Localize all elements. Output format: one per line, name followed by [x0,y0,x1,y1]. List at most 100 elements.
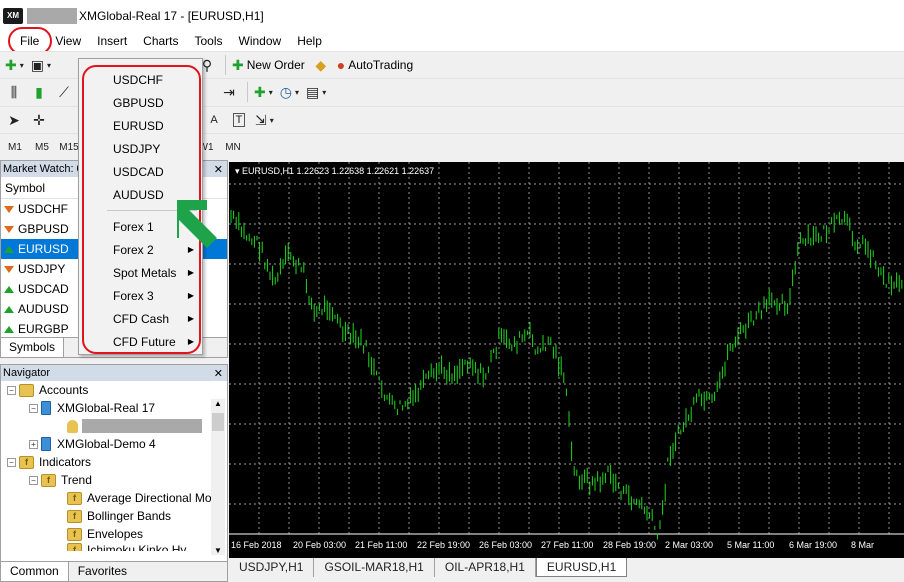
arrow-up-icon [4,285,14,293]
crosshair-button[interactable]: ✛ [28,109,50,131]
tree-label: Trend [61,473,92,487]
market-watch-symbol: USDCAD [18,282,69,296]
tf-m5[interactable]: M5 [30,136,54,158]
tab-symbols[interactable]: Symbols [1,338,65,357]
tree-indicator-envelopes[interactable]: f Envelopes [1,525,227,543]
tf-m1[interactable]: M1 [3,136,27,158]
new-order-button[interactable]: ✚ New Order [230,54,307,76]
bar-chart-button[interactable]: ⫼ [3,81,25,103]
tree-demo-account[interactable]: + XMGlobal-Demo 4 [1,435,227,453]
new-order-label: New Order [246,58,305,72]
expand-icon[interactable]: + [29,439,38,449]
tf-mn[interactable]: MN [221,136,245,158]
label-tool-button[interactable]: T [228,109,250,131]
menu-item-cfd-cash[interactable]: CFD Cash [113,312,169,326]
scrollbar-thumb[interactable] [212,413,224,431]
collapse-icon[interactable]: − [29,403,38,413]
autotrading-button[interactable]: ● AutoTrading [335,54,415,76]
templates-button[interactable]: ▤ ▾ [304,81,328,103]
menu-item-forex3[interactable]: Forex 3 [113,289,154,303]
tree-indicator-adx[interactable]: f Average Directional Mo [1,489,227,507]
x-axis-label: 5 Mar 11:00 [727,540,774,550]
window-title: XMGlobal-Real 17 - [EURUSD,H1] [79,8,264,23]
title-bar: XM XMGlobal-Real 17 - [EURUSD,H1] [0,0,904,31]
periods-button[interactable]: ◷ ▾ [278,81,301,103]
menu-item-gbpusd[interactable]: GBPUSD [113,96,164,110]
chart-shift-button[interactable]: ⇥ [218,81,240,103]
collapse-icon[interactable]: − [29,475,38,485]
collapse-icon[interactable]: − [7,385,16,395]
chart-shift-icon: ⇥ [223,83,235,100]
chart-tabs: USDJPY,H1 GSOIL-MAR18,H1 OIL-APR18,H1 EU… [229,558,904,582]
navigator-tabs: Common Favorites [1,561,227,581]
menu-item-usdjpy[interactable]: USDJPY [113,142,160,156]
close-icon[interactable]: ✕ [214,163,223,176]
collapse-icon[interactable]: − [7,457,16,467]
menu-file[interactable]: File [8,27,52,55]
profiles-icon: ▣ [30,56,44,73]
new-chart-button[interactable]: ✚ ▾ [3,54,26,76]
cursor-button[interactable]: ➤ [3,109,25,131]
indicator-icon: f [67,527,82,541]
tree-trend[interactable]: − f Trend [1,471,227,489]
magnifier-icon: ⚲ [201,56,213,73]
chart-canvas: 16 Feb 2018 20 Feb 03:00 21 Feb 11:00 22 Fe… [229,162,904,550]
chart-tab-eurusd[interactable]: EURUSD,H1 [535,558,628,577]
x-axis-label: 6 Mar 19:00 [789,540,837,550]
arrows-button[interactable]: ⇲ ▾ [253,109,276,131]
indicator-add-icon: ✚ [254,83,266,100]
app-logo: XM [3,7,23,24]
navigator-header: Navigator ✕ [1,365,227,381]
menu-window[interactable]: Window [231,31,290,51]
menu-charts[interactable]: Charts [135,31,186,51]
tree-real-user[interactable] [1,417,227,435]
menu-item-audusd[interactable]: AUDUSD [113,188,164,202]
close-icon[interactable]: ✕ [214,367,223,380]
price-chart[interactable]: 16 Feb 2018 20 Feb 03:00 21 Feb 11:00 22 Fe… [229,162,904,558]
template-icon: ▤ [305,83,320,100]
menu-help[interactable]: Help [289,31,330,51]
tab-favorites[interactable]: Favorites [69,562,136,581]
candlestick-button[interactable]: ▮ [28,81,50,103]
menu-item-usdcad[interactable]: USDCAD [113,165,164,179]
trend-icon: f [41,473,56,487]
menu-item-spot-metals[interactable]: Spot Metals [113,266,176,280]
menu-item-forex1[interactable]: Forex 1 [113,220,154,234]
tree-accounts[interactable]: − Accounts [1,381,227,399]
menu-item-cfd-future[interactable]: CFD Future [113,335,176,349]
market-watch-symbol: EURGBP [18,322,69,336]
chart-tab-usdjpy[interactable]: USDJPY,H1 [229,558,315,577]
profiles-button[interactable]: ▣ ▾ [29,54,53,76]
line-chart-button[interactable]: ⟋ [53,81,75,103]
menu-tools[interactable]: Tools [187,31,231,51]
chart-tab-oil[interactable]: OIL-APR18,H1 [435,558,536,577]
indicators-button[interactable]: ✚ ▾ [252,81,275,103]
submenu-arrow-icon: ▶ [187,268,194,277]
tab-common[interactable]: Common [1,562,69,581]
menu-item-eurusd[interactable]: EURUSD [113,119,164,133]
tree-indicator-ichimoku[interactable]: f Ichimoku Kinko Hy [1,543,227,551]
market-watch-symbol: GBPUSD [18,222,69,236]
menu-view[interactable]: View [47,31,89,51]
x-axis-label: 8 Mar [851,540,874,550]
tree-indicator-bollinger[interactable]: f Bollinger Bands [1,507,227,525]
menu-insert[interactable]: Insert [89,31,135,51]
tree-indicators[interactable]: − f Indicators [1,453,227,471]
metaeditor-button[interactable]: ◆ [310,54,332,76]
scroll-down-icon[interactable]: ▼ [211,546,225,555]
tree-label: XMGlobal-Real 17 [57,401,156,415]
navigator-scrollbar[interactable]: ▲ ▼ [211,399,225,555]
text-tool-button[interactable]: A [203,109,225,131]
redacted-block [82,419,202,433]
chart-tab-gsoil[interactable]: GSOIL-MAR18,H1 [314,558,435,577]
x-axis-label: 20 Feb 03:00 [293,540,346,550]
annotation-arrow-icon [177,200,217,248]
menu-item-forex2[interactable]: Forex 2 [113,243,154,257]
scroll-up-icon[interactable]: ▲ [211,399,225,408]
menu-item-usdchf[interactable]: USDCHF [113,73,163,87]
autotrading-label: AutoTrading [348,58,414,72]
metaeditor-icon: ◆ [315,56,327,73]
indicators-icon: f [19,455,34,469]
x-axis-label: 22 Feb 19:00 [417,540,470,550]
tree-real-account[interactable]: − XMGlobal-Real 17 [1,399,227,417]
